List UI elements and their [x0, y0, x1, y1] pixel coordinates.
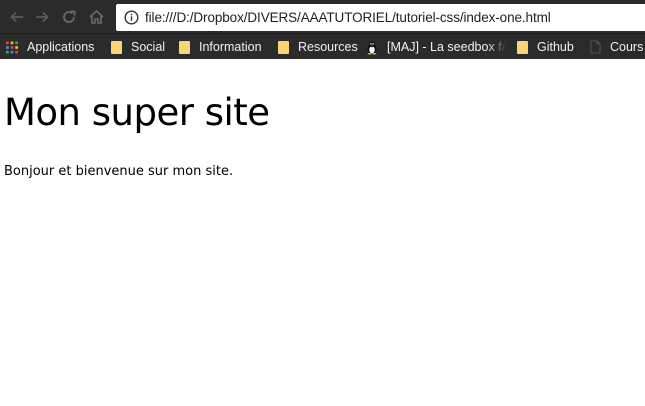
url-text[interactable]: file:///D:/Dropbox/DIVERS/AAATUTORIEL/tu… [145, 10, 551, 25]
bookmark-label: Social [131, 40, 166, 54]
intro-paragraph: Bonjour et bienvenue sur mon site. [4, 164, 234, 179]
home-button[interactable] [85, 6, 107, 28]
penguin-icon [366, 40, 378, 55]
bookmark-github[interactable]: Github [516, 38, 574, 56]
back-arrow-icon [10, 11, 23, 23]
bookmark-resources[interactable]: Resources [277, 38, 358, 56]
bookmark-label: Cours [610, 40, 644, 54]
reload-button[interactable] [58, 6, 80, 28]
reload-icon [63, 10, 76, 23]
forward-button[interactable] [31, 6, 53, 28]
back-button[interactable] [6, 6, 28, 28]
label-fade [488, 38, 506, 56]
bookmark-seedbox[interactable]: [MAJ] - La seedbox fa [366, 38, 506, 56]
info-icon[interactable] [124, 10, 139, 25]
browser-chrome: file:///D:/Dropbox/DIVERS/AAATUTORIEL/tu… [0, 0, 645, 59]
page-title: Mon super site [4, 91, 270, 134]
bookmark-label: Github [537, 40, 574, 54]
folder-icon [277, 40, 289, 54]
forward-arrow-icon [36, 11, 49, 23]
apps-grid-icon [6, 40, 18, 54]
bookmark-cours[interactable]: Cours [589, 38, 643, 56]
bookmark-information[interactable]: Information [178, 38, 262, 56]
folder-icon [110, 40, 122, 54]
bookmark-label: Applications [27, 40, 95, 54]
bookmark-social[interactable]: Social [110, 38, 165, 56]
folder-icon [178, 40, 190, 54]
page-icon [589, 40, 601, 54]
browser-toolbar: file:///D:/Dropbox/DIVERS/AAATUTORIEL/tu… [0, 0, 645, 33]
bookmark-applications[interactable]: Applications [6, 38, 94, 56]
bookmark-label: Resources [298, 40, 358, 54]
bookmarks-bar: Applications Social Information Resource… [0, 33, 645, 59]
home-icon [88, 9, 104, 24]
bookmark-label: Information [199, 40, 262, 54]
folder-icon [516, 40, 528, 54]
address-bar[interactable]: file:///D:/Dropbox/DIVERS/AAATUTORIEL/tu… [116, 4, 645, 31]
